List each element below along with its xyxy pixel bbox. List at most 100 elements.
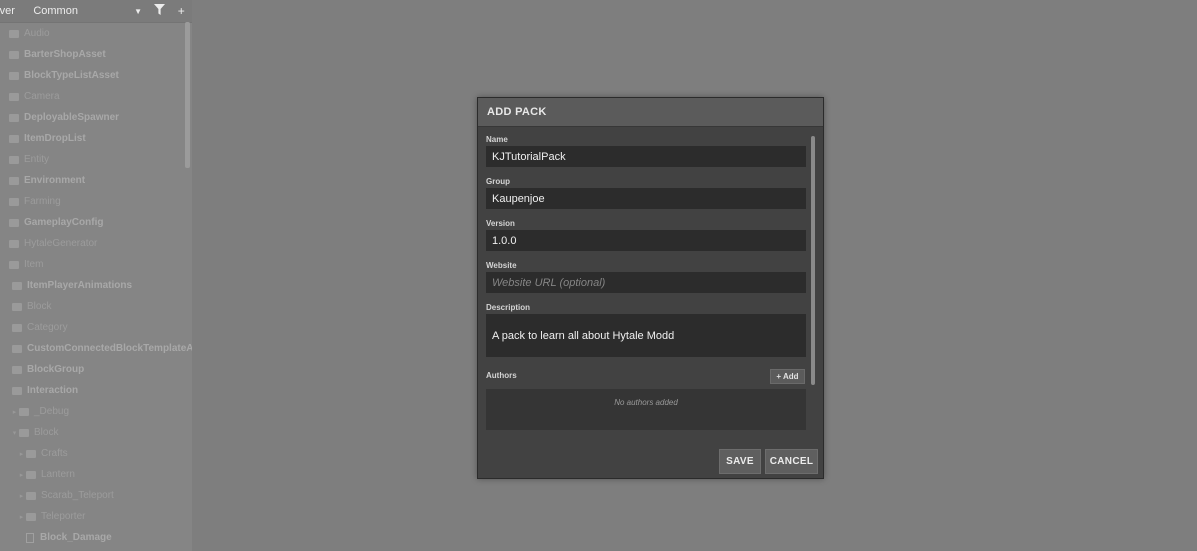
asset-tree: Audio BarterShopAsset BlockTypeListAsset Ca… (0, 23, 192, 548)
authors-header: Authors + Add (486, 365, 806, 387)
tree-item[interactable]: ▸ Lantern (0, 464, 192, 485)
group-input[interactable] (486, 188, 806, 209)
folder-icon (12, 302, 22, 311)
asset-tree-panel: rver Common ▼ + Audio BarterShopAsset Bloc… (0, 0, 192, 551)
dropdown-caret-icon[interactable]: ▼ (127, 7, 149, 16)
file-icon (26, 532, 34, 543)
folder-icon (12, 323, 22, 332)
chevron-right-icon[interactable]: ▸ (17, 492, 26, 500)
tree-item[interactable]: ItemPlayerAnimations (0, 275, 192, 296)
tree-item[interactable]: BlockTypeListAsset (0, 65, 192, 86)
folder-icon (9, 155, 19, 164)
folder-icon (9, 239, 19, 248)
cancel-button[interactable]: CANCEL (765, 449, 818, 474)
add-icon[interactable]: + (170, 4, 192, 18)
chevron-right-icon[interactable]: ▸ (17, 450, 26, 458)
save-button[interactable]: SAVE (719, 449, 761, 474)
folder-icon (26, 470, 36, 479)
folder-icon (26, 512, 36, 521)
tree-item-label: BlockGroup (27, 364, 85, 375)
tree-item[interactable]: ▸ Crafts (0, 443, 192, 464)
website-input[interactable] (486, 272, 806, 293)
tree-item[interactable]: Entity (0, 149, 192, 170)
tree-item-label: _Debug (34, 406, 70, 417)
website-label: Website (486, 261, 517, 270)
tree-item[interactable]: ▾ Block (0, 422, 192, 443)
tree-item[interactable]: Item (0, 254, 192, 275)
tree-item[interactable]: ItemDropList (0, 128, 192, 149)
folder-icon (9, 197, 19, 206)
tree-item[interactable]: Camera (0, 86, 192, 107)
folder-icon (9, 218, 19, 227)
folder-icon (12, 386, 22, 395)
folder-icon (9, 134, 19, 143)
dialog-title: ADD PACK (478, 98, 823, 127)
chevron-right-icon[interactable]: ▸ (10, 408, 19, 416)
tree-item-label: DeployableSpawner (24, 112, 120, 123)
folder-icon (9, 260, 19, 269)
tree-item-label: Block (34, 427, 59, 438)
dialog-footer: SAVE CANCEL (719, 449, 818, 474)
tree-item-label: ItemDropList (24, 133, 86, 144)
folder-icon (9, 71, 19, 80)
tree-item[interactable]: Environment (0, 170, 192, 191)
no-authors-message: No authors added (614, 398, 678, 407)
name-input[interactable] (486, 146, 806, 167)
tree-item-label: Interaction (27, 385, 79, 396)
tree-item[interactable]: Block (0, 296, 192, 317)
folder-icon (9, 50, 19, 59)
folder-icon (26, 449, 36, 458)
tree-item[interactable]: Block_Damage (0, 527, 192, 548)
tree-item-label: GameplayConfig (24, 217, 104, 228)
description-label: Description (486, 303, 531, 312)
tree-item-label: Teleporter (41, 511, 86, 522)
asset-tree-scrollbar[interactable] (185, 22, 190, 168)
chevron-right-icon[interactable]: ▸ (17, 513, 26, 521)
add-pack-form: Name Group Version Website Description A… (486, 134, 806, 430)
tree-item-label: BarterShopAsset (24, 49, 106, 60)
tree-item[interactable]: BarterShopAsset (0, 44, 192, 65)
server-tab-label[interactable]: rver (0, 5, 29, 17)
tree-item[interactable]: DeployableSpawner (0, 107, 192, 128)
folder-icon (9, 113, 19, 122)
tree-item-label: Environment (24, 175, 86, 186)
chevron-down-icon[interactable]: ▾ (10, 429, 19, 437)
tree-item-label: Block_Damage (40, 532, 112, 543)
tree-item-label: Camera (24, 91, 60, 102)
tree-item-label: ItemPlayerAnimations (27, 280, 133, 291)
tree-item-label: Item (24, 259, 44, 270)
group-label: Group (486, 177, 510, 186)
tree-item[interactable]: BlockGroup (0, 359, 192, 380)
tree-item-label: HytaleGenerator (24, 238, 98, 249)
chevron-right-icon[interactable]: ▸ (17, 471, 26, 479)
authors-list: No authors added (486, 389, 806, 430)
tree-item[interactable]: ▸ Teleporter (0, 506, 192, 527)
tree-item[interactable]: ▸ _Debug (0, 401, 192, 422)
tree-item[interactable]: CustomConnectedBlockTemplateAsset (0, 338, 192, 359)
tree-item-label: Entity (24, 154, 50, 165)
folder-icon (12, 281, 22, 290)
asset-tree-header: rver Common ▼ + (0, 0, 192, 23)
add-pack-dialog: ADD PACK Name Group Version Website Desc… (477, 97, 824, 479)
tree-item-label: Lantern (41, 469, 75, 480)
folder-icon (12, 365, 22, 374)
tree-item[interactable]: Audio (0, 23, 192, 44)
description-input[interactable]: A pack to learn all about Hytale Modd (486, 314, 806, 357)
folder-icon (9, 176, 19, 185)
tree-item-label: BlockTypeListAsset (24, 70, 119, 81)
dialog-scrollbar[interactable] (811, 136, 815, 385)
tree-item-label: Category (27, 322, 68, 333)
asset-pack-dropdown[interactable]: Common (33, 5, 127, 17)
add-author-button[interactable]: + Add (770, 368, 805, 384)
tree-item[interactable]: GameplayConfig (0, 212, 192, 233)
folder-icon (19, 407, 29, 416)
tree-item[interactable]: Interaction (0, 380, 192, 401)
version-input[interactable] (486, 230, 806, 251)
tree-item[interactable]: Farming (0, 191, 192, 212)
tree-item[interactable]: HytaleGenerator (0, 233, 192, 254)
folder-icon (26, 491, 36, 500)
tree-item[interactable]: ▸ Scarab_Teleport (0, 485, 192, 506)
filter-icon[interactable] (149, 4, 171, 18)
tree-item-label: Farming (24, 196, 61, 207)
tree-item[interactable]: Category (0, 317, 192, 338)
